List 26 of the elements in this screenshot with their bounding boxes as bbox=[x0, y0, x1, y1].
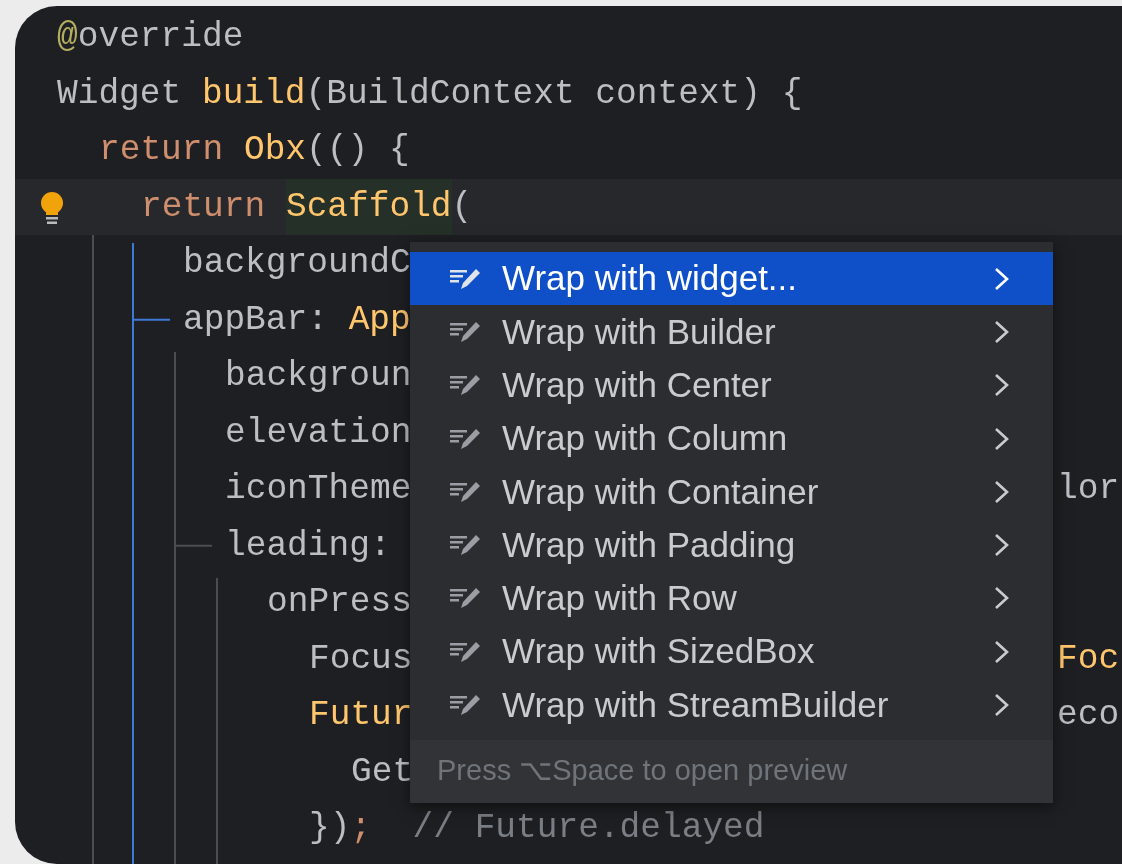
code-fragment: Foc bbox=[1057, 638, 1120, 678]
code-line-text: onPress bbox=[267, 581, 412, 624]
code-line-text: backgroundC bbox=[183, 242, 411, 285]
menu-item[interactable]: Wrap with StreamBuilder bbox=[410, 678, 1053, 732]
menu-item[interactable]: Wrap with Builder bbox=[410, 305, 1053, 359]
menu-item[interactable]: Wrap with Container bbox=[410, 465, 1053, 519]
menu-item[interactable]: Wrap with Column bbox=[410, 411, 1053, 466]
code-line-text: elevation bbox=[225, 411, 412, 454]
code-line-text: leading: bbox=[225, 524, 391, 567]
menu-item[interactable]: Wrap with Center bbox=[410, 358, 1053, 412]
code-line-text: backgroun bbox=[225, 355, 412, 398]
menu-item[interactable]: Wrap with widget... bbox=[410, 252, 1053, 306]
popup-hint: Press ⌥Space to open preview bbox=[410, 739, 1053, 803]
menu-item[interactable]: Wrap with Row bbox=[410, 571, 1053, 626]
code-line-text: Focus bbox=[309, 637, 413, 680]
code-line-text: }); // Future.delayed bbox=[309, 807, 765, 850]
code-line-text: return Obx(() { bbox=[99, 129, 410, 172]
code-line-text: Widget build(BuildContext context) { bbox=[57, 72, 803, 115]
menu-item[interactable]: Wrap with SizedBox bbox=[410, 625, 1053, 679]
code-fragment: lor bbox=[1057, 469, 1120, 509]
code-line-text: appBar: App bbox=[183, 298, 411, 341]
menu-item[interactable]: Wrap with Padding bbox=[410, 518, 1053, 572]
code-fragment: eco bbox=[1057, 695, 1120, 735]
code-line-text: Futur bbox=[309, 694, 413, 737]
code-line-text: @override bbox=[57, 16, 244, 59]
code-line-text: iconTheme bbox=[225, 468, 412, 511]
